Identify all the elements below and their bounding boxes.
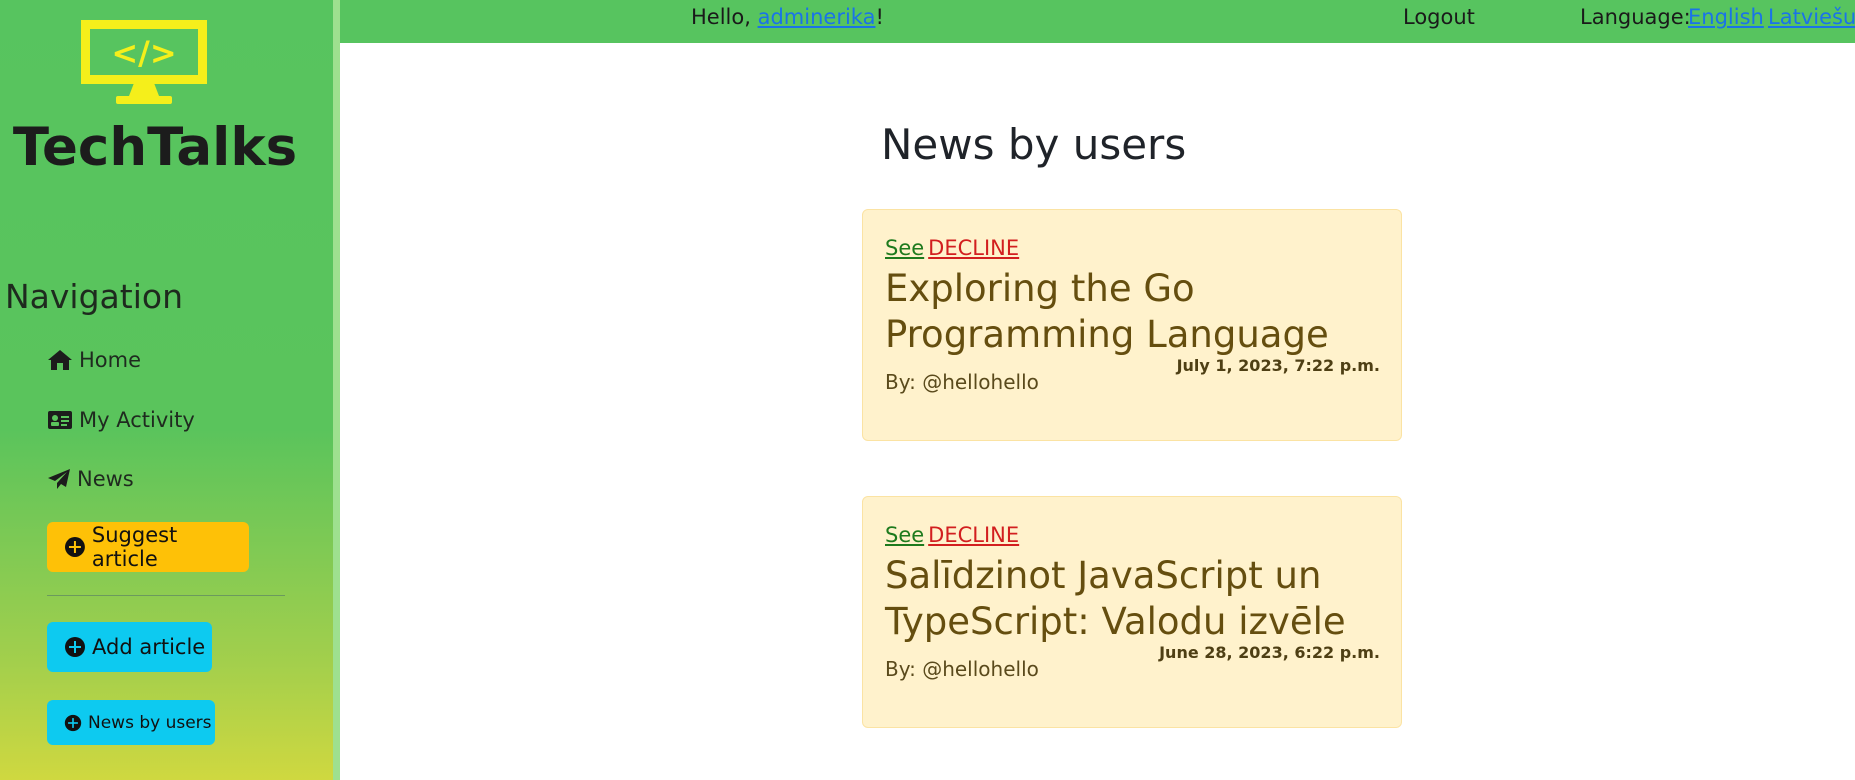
plus-circle-icon xyxy=(64,537,85,557)
sidebar-item-news[interactable]: News xyxy=(47,467,134,491)
decline-link[interactable]: DECLINE xyxy=(928,236,1019,260)
suggest-article-label: Suggest article xyxy=(91,523,178,571)
card-actions: See DECLINE xyxy=(885,523,1019,547)
greeting-suffix: ! xyxy=(875,5,884,29)
language-latvian-link[interactable]: Latviešu xyxy=(1768,5,1855,29)
plus-circle-icon xyxy=(65,637,85,657)
greeting-prefix: Hello, xyxy=(691,5,758,29)
news-by-users-label: News by users xyxy=(88,712,212,733)
sidebar-item-label: My Activity xyxy=(79,408,195,432)
suggest-article-button[interactable]: Suggest article xyxy=(47,522,249,572)
sidebar-divider xyxy=(47,595,285,596)
paper-plane-icon xyxy=(48,469,70,489)
page-title: News by users xyxy=(881,120,1187,169)
home-icon xyxy=(48,350,72,370)
article-date: June 28, 2023, 6:22 p.m. xyxy=(1159,643,1380,662)
sidebar-border xyxy=(333,0,340,780)
article-title: Salīdzinot JavaScript un TypeScript: Val… xyxy=(885,554,1346,643)
article-author: By: @hellohello xyxy=(885,657,1039,681)
decline-link[interactable]: DECLINE xyxy=(928,523,1019,547)
card-actions: See DECLINE xyxy=(885,236,1019,260)
username-link[interactable]: adminerika xyxy=(758,5,876,29)
add-article-label: Add article xyxy=(92,635,206,659)
article-date: July 1, 2023, 7:22 p.m. xyxy=(1176,356,1380,375)
brand-title[interactable]: TechTalks xyxy=(0,117,310,178)
sidebar-item-label: News xyxy=(77,467,134,491)
sidebar-item-my-activity[interactable]: My Activity xyxy=(47,408,195,432)
sidebar: </> TechTalks Navigation Home My Activit… xyxy=(0,0,333,780)
plus-circle-icon xyxy=(64,714,82,731)
navigation-heading: Navigation xyxy=(5,277,183,316)
article-card: See DECLINE Salīdzinot JavaScript un Type… xyxy=(862,496,1402,728)
news-by-users-button[interactable]: News by users xyxy=(47,700,215,745)
id-card-icon xyxy=(48,411,72,429)
monitor-code-logo-icon: </> xyxy=(81,20,207,104)
logout-link[interactable]: Logout xyxy=(1403,5,1475,29)
sidebar-item-home[interactable]: Home xyxy=(47,348,141,372)
see-link[interactable]: See xyxy=(885,523,924,547)
top-bar: Hello, adminerika! Logout Language: Engl… xyxy=(340,0,1855,43)
see-link[interactable]: See xyxy=(885,236,924,260)
article-title: Exploring the Go Programming Language xyxy=(885,267,1329,356)
logo-code-text: </> xyxy=(111,34,176,72)
add-article-button[interactable]: Add article xyxy=(47,622,212,672)
article-card: See DECLINE Exploring the Go Programming … xyxy=(862,209,1402,441)
language-english-link[interactable]: English xyxy=(1688,5,1764,29)
article-author: By: @hellohello xyxy=(885,370,1039,394)
greeting: Hello, adminerika! xyxy=(691,5,884,29)
sidebar-item-label: Home xyxy=(79,348,142,372)
language-label: Language: xyxy=(1580,5,1691,29)
